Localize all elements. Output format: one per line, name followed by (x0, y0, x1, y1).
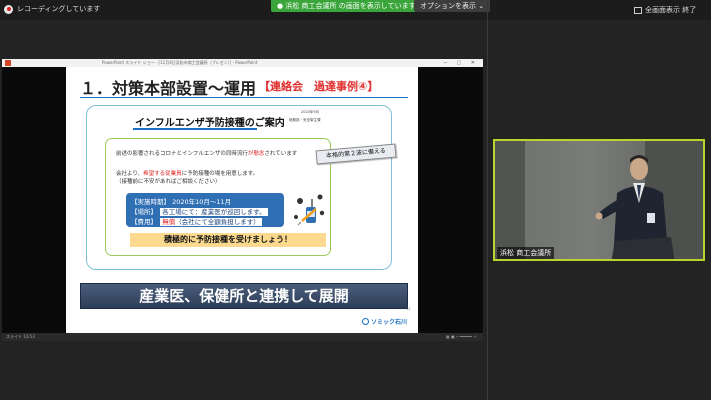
window-title-bar: PowerPoint スライド ショー - [11月4日浜松市商工会議所（プレゼ… (2, 59, 483, 67)
logo-icon (362, 318, 369, 325)
notice-line-3: （接種前に不安があればご相談ください） (116, 179, 221, 185)
vaccination-notice: インフルエンザ予防接種のご案内 2020年9月 総務部・安全衛生課 前述の影響さ… (86, 105, 392, 270)
meeting-top-bar: レコーディングしています ● 浜松 商工会議所 の画面を表示しています オプショ… (0, 0, 711, 20)
slide-counter: スライド 12/13 (6, 334, 35, 339)
schedule-cost: 【費用】 無償（会社にて全額負担します） (131, 218, 262, 226)
shared-screen: PowerPoint スライド ショー - [11月4日浜松市商工会議所（プレゼ… (2, 59, 483, 341)
schedule-box: 【実施時期】 2020年10月～11月 【場所】 各工場にて：産業医が巡回します… (126, 193, 284, 227)
participant-name-label: 浜松 商工会議所 (497, 247, 555, 259)
company-logo: ソミック石川 (362, 317, 407, 326)
zoom-controls[interactable]: ▦ ▣ ─ ━━━━━ ＋ (446, 333, 477, 341)
slideshow-status-bar: スライド 12/13 ▦ ▣ ─ ━━━━━ ＋ (2, 333, 483, 341)
slide-tag: 【連絡会 過達事例④】 (259, 80, 379, 93)
presenter-figure (595, 155, 675, 259)
fullscreen-icon (634, 6, 642, 14)
slide-margin-right (418, 67, 483, 333)
view-options-button[interactable]: オプションを表示 ⌄ (414, 0, 491, 12)
slide-margin-left (2, 67, 66, 333)
recording-icon (4, 4, 13, 14)
vaccine-syringe-icon (294, 194, 325, 226)
notice-title-underline (133, 128, 257, 130)
powerpoint-icon (5, 60, 11, 66)
window-title: PowerPoint スライド ショー - [11月4日浜松市商工会議所（プレゼ… (102, 60, 258, 65)
recording-indicator[interactable]: レコーディングしています (4, 4, 100, 14)
panel-divider[interactable] (487, 0, 488, 400)
notice-date: 2020年9月 (301, 110, 320, 114)
slide-page-number: 12 (406, 307, 411, 311)
participant-video-tile[interactable]: 浜松 商工会議所 (493, 139, 705, 261)
fullscreen-label: 全画面表示 終了 (645, 6, 697, 14)
notice-body: 前述の影響されるコロナとインフルエンザの同時流行が懸念されています 会社より、希… (105, 138, 331, 256)
notice-sender: 総務部・安全衛生課 (289, 118, 321, 122)
slide-title: １．対策本部設置～運用 (80, 79, 257, 98)
screen-share-banner: ● 浜松 商工会議所 の画面を表示しています (271, 0, 422, 12)
call-to-action: 積極的に予防接種を受けましょう！ (130, 233, 326, 247)
notice-line-2: 会社より、希望する従業員に予防接種の場を用意します。 (116, 171, 259, 177)
schedule-place: 【場所】 各工場にて：産業医が巡回します。 (131, 208, 268, 216)
notice-line-1: 前述の影響されるコロナとインフルエンザの同時流行が懸念されています (116, 151, 298, 157)
presentation-slide: １．対策本部設置～運用 【連絡会 過達事例④】 インフルエンザ予防接種のご案内 … (66, 67, 418, 333)
recording-label: レコーディングしています (17, 5, 101, 13)
notice-title: インフルエンザ予防接種のご案内 (135, 118, 285, 129)
window-controls: ─ ▢ ✕ (443, 60, 479, 66)
logo-text: ソミック石川 (371, 319, 408, 326)
title-underline (80, 97, 408, 98)
schedule-period: 【実施時期】 2020年10月～11月 (131, 198, 232, 206)
exit-fullscreen-button[interactable]: 全画面表示 終了 (634, 5, 696, 15)
collaboration-banner: 産業医、保健所と連携して展開 (80, 283, 408, 309)
